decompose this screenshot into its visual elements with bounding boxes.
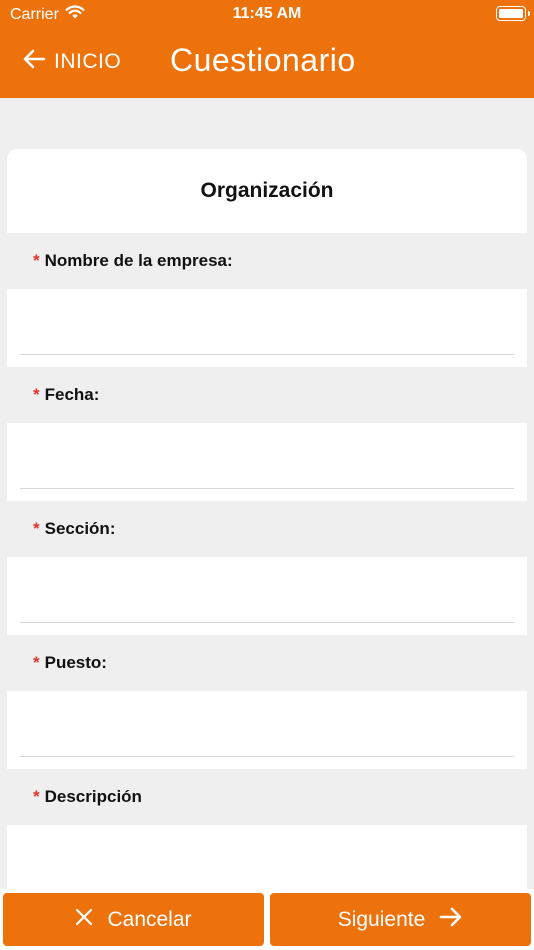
next-label: Siguiente	[337, 907, 426, 931]
close-icon	[75, 908, 93, 932]
field-input-row	[7, 423, 527, 501]
required-marker: *	[33, 385, 40, 404]
cancel-button[interactable]: Cancelar	[3, 893, 264, 946]
status-bar: Carrier 11:45 AM	[0, 0, 534, 28]
required-marker: *	[33, 787, 40, 806]
arrow-right-icon	[439, 906, 463, 934]
nav-bar: INICIO Cuestionario	[0, 38, 534, 86]
field-label-description: * Descripción	[7, 769, 527, 825]
app-screen: Carrier 11:45 AM INICIO Cuestionario Org…	[0, 0, 534, 950]
required-marker: *	[33, 251, 40, 270]
field-label-text: Fecha:	[44, 385, 100, 404]
arrow-left-icon	[22, 48, 46, 76]
company-name-input[interactable]	[20, 289, 514, 355]
cancel-label: Cancelar	[107, 907, 192, 931]
page-title: Cuestionario	[170, 42, 356, 78]
section-title: Organización	[200, 179, 334, 202]
next-button[interactable]: Siguiente	[270, 893, 531, 946]
required-marker: *	[33, 653, 40, 672]
field-label-text: Descripción	[44, 787, 142, 806]
bottom-action-bar: Cancelar Siguiente	[0, 889, 534, 950]
header: Carrier 11:45 AM INICIO Cuestionario	[0, 0, 534, 98]
back-button[interactable]: INICIO	[22, 46, 121, 78]
description-input[interactable]	[20, 825, 514, 891]
field-label-date: * Fecha:	[7, 367, 527, 423]
form-card: Organización * Nombre de la empresa: * F…	[7, 149, 527, 909]
back-label: INICIO	[54, 50, 122, 73]
field-label-section: * Sección:	[7, 501, 527, 557]
field-input-row	[7, 691, 527, 769]
section-input[interactable]	[20, 557, 514, 623]
field-label-text: Nombre de la empresa:	[44, 251, 233, 270]
field-label-text: Puesto:	[44, 653, 107, 672]
field-label-position: * Puesto:	[7, 635, 527, 691]
field-label-company: * Nombre de la empresa:	[7, 233, 527, 289]
field-input-row	[7, 289, 527, 367]
battery-icon	[496, 6, 530, 21]
required-marker: *	[33, 519, 40, 538]
field-input-row	[7, 557, 527, 635]
status-time: 11:45 AM	[232, 5, 302, 22]
date-input[interactable]	[20, 423, 514, 489]
field-label-text: Sección:	[44, 519, 116, 538]
position-input[interactable]	[20, 691, 514, 757]
